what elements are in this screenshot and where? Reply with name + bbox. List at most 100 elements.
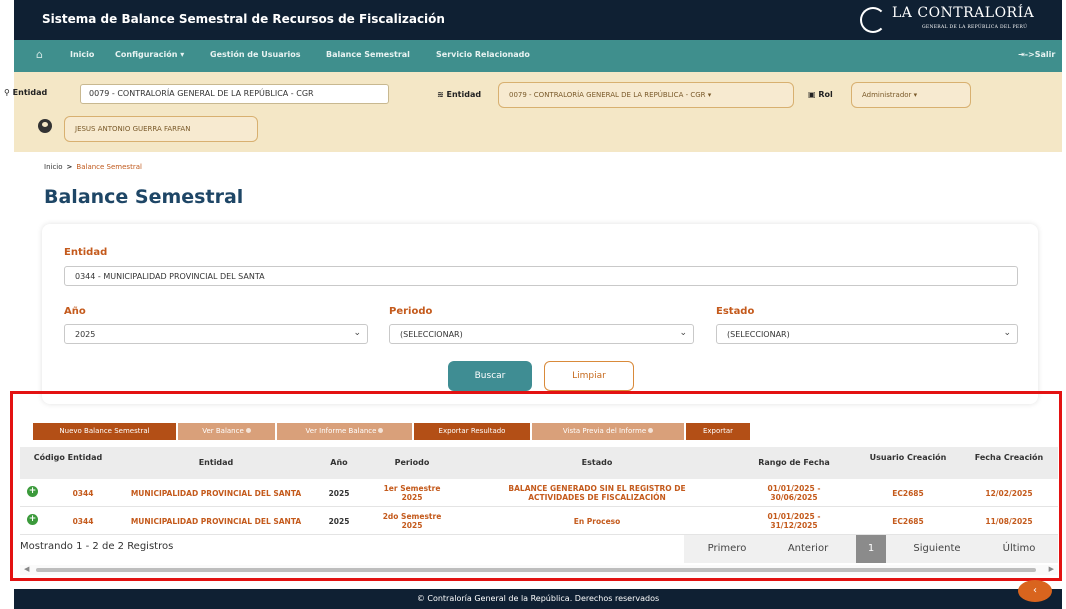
nav-gestion-usuarios[interactable]: Gestión de Usuarios: [210, 50, 301, 59]
cell-anio: 2025: [328, 516, 350, 526]
info-icon: [378, 428, 384, 433]
ver-balance-button[interactable]: Ver Balance: [178, 423, 275, 440]
cell-codigo: 0344: [72, 488, 94, 498]
caret-down-icon: ▾: [707, 91, 712, 99]
scroll-thumb[interactable]: [36, 568, 1036, 572]
scroll-left-icon[interactable]: ◀: [24, 565, 29, 573]
exportar-button[interactable]: Exportar: [686, 423, 750, 440]
pagination-next[interactable]: Siguiente: [894, 535, 980, 563]
search-form-card: [42, 224, 1038, 404]
logout-label: ->Salir: [1024, 50, 1056, 59]
form-entidad-input[interactable]: 0344 - MUNICIPALIDAD PROVINCIAL DEL SANT…: [64, 266, 1018, 286]
logout-link[interactable]: ⇥->Salir: [1018, 50, 1055, 59]
logout-icon: ⇥: [1018, 50, 1025, 59]
nav-configuracion-label: Configuración: [115, 50, 178, 59]
cell-periodo: 1er Semestre 2025: [383, 484, 441, 502]
database-icon: ≋: [437, 90, 444, 99]
breadcrumb-home[interactable]: Inicio: [44, 163, 63, 171]
pagination-page-1[interactable]: 1: [856, 535, 886, 563]
rol-value: Administrador: [862, 91, 912, 99]
th-estado[interactable]: Estado: [462, 447, 732, 479]
plus-circle-icon[interactable]: +: [27, 486, 38, 497]
entidad-context-value: 0079 - CONTRALORÍA GENERAL DE LA REPÚBLI…: [509, 91, 706, 99]
th-entidad[interactable]: Entidad: [116, 447, 316, 479]
home-icon[interactable]: ⌂: [36, 48, 43, 61]
estado-select[interactable]: (SELECCIONAR) ⌄: [716, 324, 1018, 344]
entidad-search-label: ⚲ Entidad: [4, 88, 47, 97]
nav-inicio[interactable]: Inicio: [70, 50, 94, 59]
top-header: Sistema de Balance Semestral de Recursos…: [14, 0, 1062, 40]
cell-fecha: 12/02/2025: [985, 488, 1033, 498]
th-rango[interactable]: Rango de Fecha: [732, 447, 856, 479]
exportar-resultado-button[interactable]: Exportar Resultado: [414, 423, 530, 440]
id-card-icon: ▣: [808, 90, 816, 99]
periodo-value: (SELECCIONAR): [400, 330, 463, 339]
cell-periodo: 2do Semestre 2025: [382, 512, 442, 530]
chat-icon[interactable]: ‹: [1018, 580, 1052, 602]
table-row[interactable]: + 0344 MUNICIPALIDAD PROVINCIAL DEL SANT…: [20, 479, 1058, 507]
ver-balance-label: Ver Balance: [202, 427, 244, 435]
pagination-last[interactable]: Último: [984, 535, 1054, 563]
cell-rango: 01/01/2025 - 31/12/2025: [767, 512, 821, 530]
breadcrumb-current: Balance Semestral: [76, 163, 142, 171]
buscar-button[interactable]: Buscar: [448, 361, 532, 391]
logo-ring-icon: [860, 7, 886, 33]
entidad-context-label-text: Entidad: [446, 90, 482, 99]
rol-label: ▣ Rol: [808, 90, 833, 99]
periodo-select[interactable]: (SELECCIONAR) ⌄: [389, 324, 694, 344]
brand-subtitle: GENERAL DE LA REPÚBLICA DEL PERÚ: [922, 25, 1028, 30]
nav-servicio-relacionado[interactable]: Servicio Relacionado: [436, 50, 530, 59]
caret-down-icon: ▾: [913, 91, 918, 99]
caret-down-icon: ▾: [180, 50, 185, 59]
th-periodo[interactable]: Periodo: [362, 447, 462, 479]
cell-estado: BALANCE GENERADO SIN EL REGISTRO DE ACTI…: [508, 484, 686, 502]
info-icon: [648, 428, 654, 433]
entidad-search-input[interactable]: 0079 - CONTRALORÍA GENERAL DE LA REPÚBLI…: [80, 84, 389, 104]
table-header: Código Entidad Entidad Año Periodo Estad…: [20, 447, 1058, 479]
estado-value: (SELECCIONAR): [727, 330, 790, 339]
chevron-down-icon: ⌄: [679, 328, 687, 338]
page-title: Balance Semestral: [44, 186, 244, 208]
cell-codigo: 0344: [72, 516, 94, 526]
nuevo-balance-button[interactable]: Nuevo Balance Semestral: [33, 423, 176, 440]
horizontal-scrollbar[interactable]: ◀ ▶: [20, 565, 1058, 575]
cell-fecha: 11/08/2025: [985, 516, 1033, 526]
chevron-down-icon: ⌄: [1003, 328, 1011, 338]
th-codigo[interactable]: Código Entidad: [20, 447, 116, 479]
nav-balance-semestral[interactable]: Balance Semestral: [326, 50, 410, 59]
cell-usuario: EC2685: [892, 488, 924, 498]
vista-previa-button[interactable]: Vista Previa del Informe: [532, 423, 684, 440]
vista-previa-label: Vista Previa del Informe: [562, 427, 647, 435]
form-anio-label: Año: [64, 306, 86, 317]
cell-entidad: MUNICIPALIDAD PROVINCIAL DEL SANTA: [130, 488, 302, 498]
pagination-first[interactable]: Primero: [692, 535, 762, 563]
form-entidad-label: Entidad: [64, 247, 108, 258]
cell-entidad: MUNICIPALIDAD PROVINCIAL DEL SANTA: [130, 516, 302, 526]
scroll-right-icon[interactable]: ▶: [1049, 565, 1054, 573]
rol-select[interactable]: Administrador ▾: [851, 82, 971, 108]
entidad-search-label-text: Entidad: [12, 88, 48, 97]
brand-name: LA CONTRALORÍA: [892, 5, 1035, 21]
cell-rango: 01/01/2025 - 30/06/2025: [767, 484, 821, 502]
pagination: Primero Anterior 1 Siguiente Último: [684, 535, 1058, 563]
table-row[interactable]: + 0344 MUNICIPALIDAD PROVINCIAL DEL SANT…: [20, 507, 1058, 535]
records-summary: Mostrando 1 - 2 de 2 Registros: [20, 541, 174, 552]
anio-select[interactable]: 2025 ⌄: [64, 324, 368, 344]
footer-bar: © Contraloría General de la República. D…: [14, 589, 1062, 609]
th-anio[interactable]: Año: [316, 447, 362, 479]
th-fecha[interactable]: Fecha Creación: [960, 447, 1058, 479]
ver-informe-button[interactable]: Ver Informe Balance: [277, 423, 412, 440]
pagination-prev[interactable]: Anterior: [768, 535, 848, 563]
nav-configuracion[interactable]: Configuración ▾: [115, 50, 184, 59]
rol-label-text: Rol: [818, 90, 833, 99]
th-usuario[interactable]: Usuario Creación: [856, 447, 960, 479]
limpiar-button[interactable]: Limpiar: [544, 361, 634, 391]
form-periodo-label: Periodo: [389, 306, 433, 317]
entidad-context-select[interactable]: 0079 - CONTRALORÍA GENERAL DE LA REPÚBLI…: [498, 82, 794, 108]
entidad-context-label: ≋ Entidad: [437, 90, 481, 99]
breadcrumb: Inicio > Balance Semestral: [44, 163, 142, 171]
cell-anio: 2025: [328, 488, 350, 498]
form-estado-label: Estado: [716, 306, 755, 317]
plus-circle-icon[interactable]: +: [27, 514, 38, 525]
copyright-text: © Contraloría General de la República. D…: [416, 594, 660, 603]
